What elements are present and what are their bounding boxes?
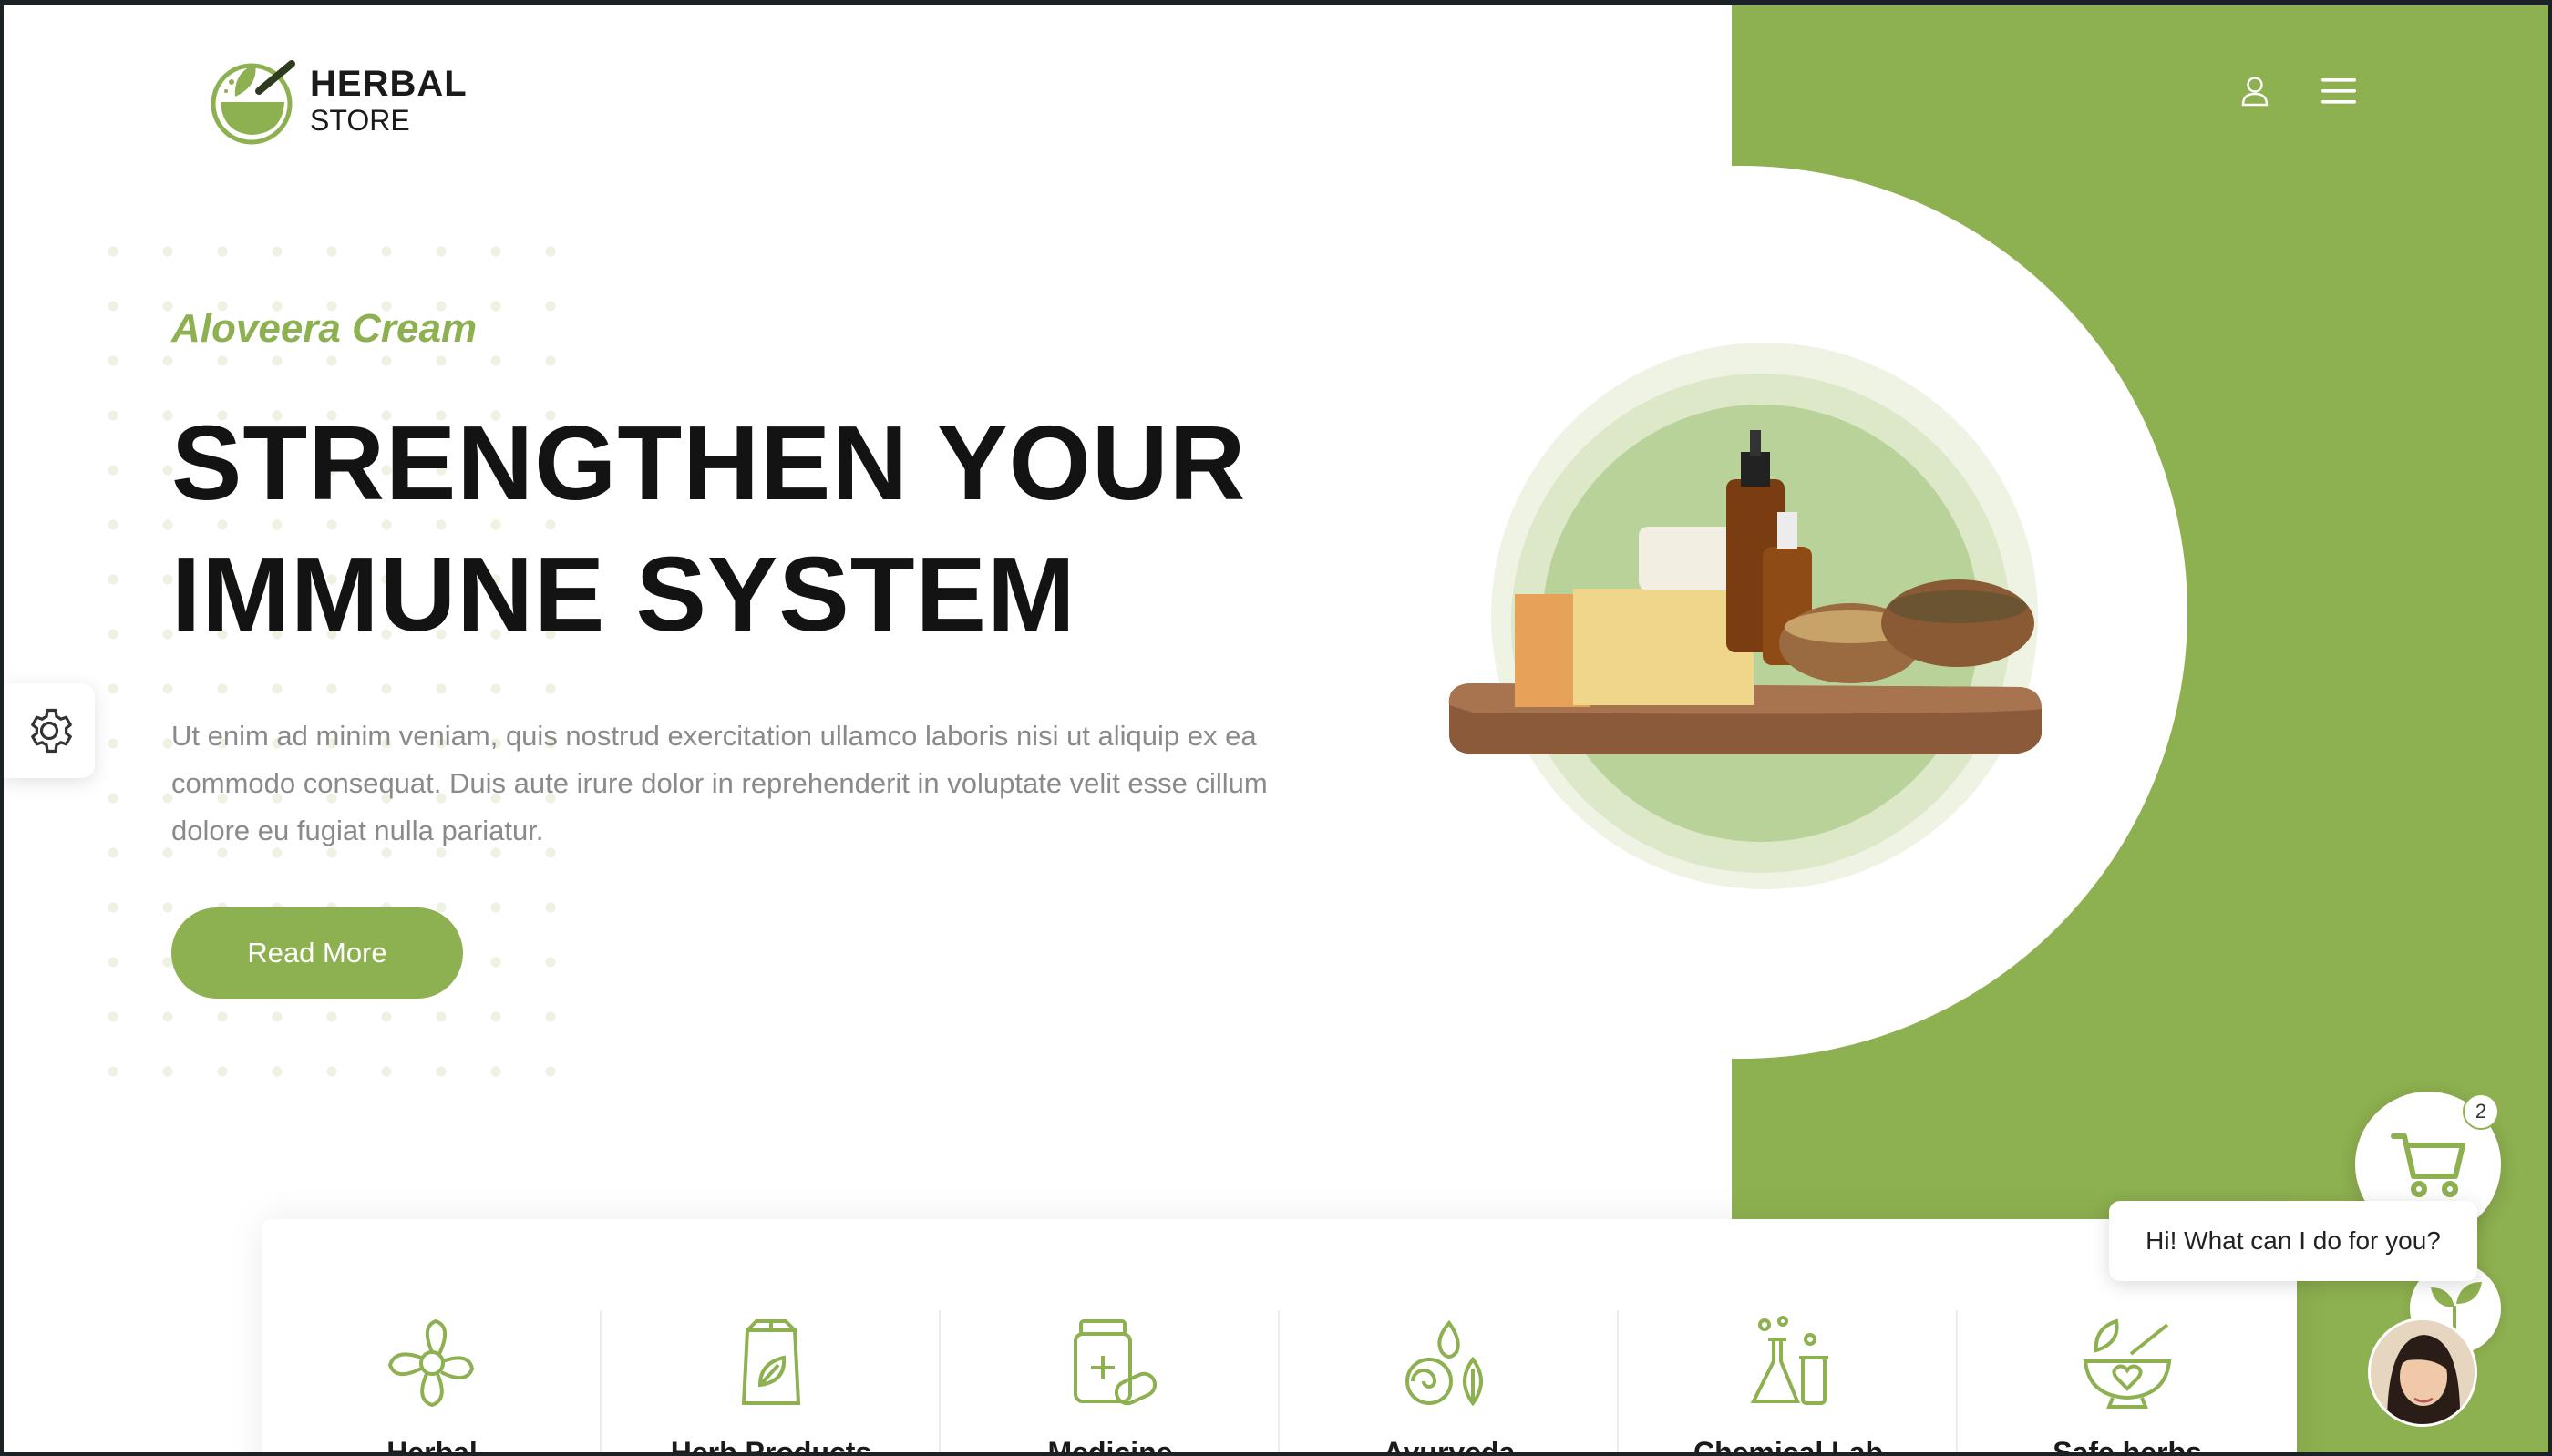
category-item[interactable]: Herb Products: [602, 1219, 941, 1452]
page-frame: HERBAL STORE Aloveera Cream STRENGTHEN Y…: [4, 5, 2548, 1452]
support-agent-avatar-icon: [2371, 1320, 2475, 1424]
header-actions: [2235, 71, 2359, 111]
settings-panel-toggle[interactable]: [4, 683, 95, 778]
logo-line-2: STORE: [310, 104, 410, 137]
read-more-button[interactable]: Read More: [171, 907, 463, 999]
category-label: Chemical Lab: [1693, 1436, 1884, 1452]
store-logo[interactable]: HERBAL STORE: [208, 55, 468, 146]
hero-subtitle: Aloveera Cream: [171, 306, 478, 351]
category-label: Ayurveda: [1383, 1436, 1516, 1452]
menu-icon[interactable]: [2319, 71, 2359, 111]
logo-line-1: HERBAL: [310, 64, 468, 104]
support-avatar[interactable]: [2368, 1318, 2477, 1427]
category-item[interactable]: Chemical Lab: [1619, 1219, 1958, 1452]
category-label: Safe herbs: [2053, 1436, 2202, 1452]
tea-bag-icon: [741, 1319, 801, 1405]
chemical-lab-icon: [1750, 1316, 1828, 1405]
category-label: Herbal: [386, 1436, 478, 1452]
ayurveda-icon: [1405, 1319, 1483, 1407]
category-item[interactable]: Ayurveda: [1280, 1219, 1619, 1452]
gear-icon: [31, 708, 72, 754]
mortar-icon: [2083, 1318, 2172, 1409]
category-strip: Herbal Herb Products Medicine Ayurveda C…: [262, 1219, 2297, 1452]
hero-title: STRENGTHEN YOUR IMMUNE SYSTEM: [171, 404, 1247, 653]
flower-icon: [387, 1318, 475, 1408]
chat-greeting-bubble[interactable]: Hi! What can I do for you?: [2109, 1201, 2477, 1281]
hero-description: Ut enim ad minim veniam, quis nostrud ex…: [171, 720, 1268, 846]
cart-count-badge: 2: [2463, 1093, 2499, 1130]
category-item[interactable]: Herbal: [262, 1219, 602, 1452]
category-label: Medicine: [1047, 1436, 1173, 1452]
category-item[interactable]: Medicine: [941, 1219, 1280, 1452]
hero-product-image: [1448, 343, 2042, 889]
mortar-leaf-logo-icon: [211, 60, 295, 145]
category-label: Herb Products: [670, 1436, 872, 1452]
cart-icon: [2391, 1133, 2465, 1197]
user-icon[interactable]: [2235, 71, 2275, 111]
medicine-icon: [1074, 1319, 1158, 1406]
